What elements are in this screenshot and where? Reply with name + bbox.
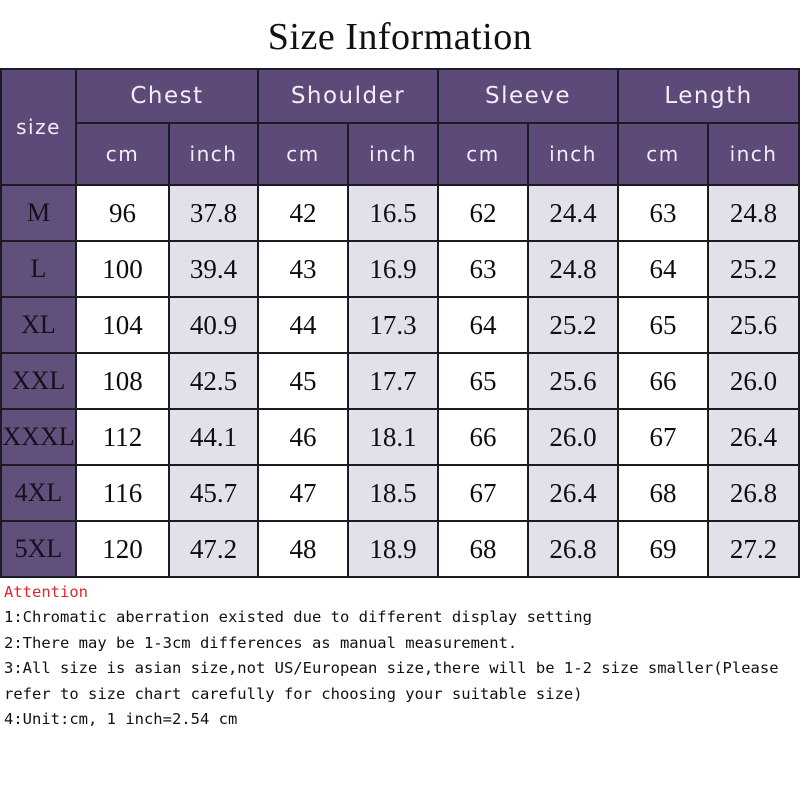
- table-header-group-row: size Chest Shoulder Sleeve Length: [0, 68, 800, 186]
- cell-shoulder-inch: 18.9: [347, 520, 440, 578]
- cell-shoulder-inch: 17.3: [347, 296, 440, 354]
- cell-length-cm: 65: [617, 296, 710, 354]
- page-title: Size Information: [267, 16, 533, 58]
- cell-sleeve-cm: 65: [437, 352, 530, 410]
- cell-length-cm: 66: [617, 352, 710, 410]
- size-label: XXXL: [0, 408, 77, 466]
- table-row: XXL 108 42.5 45 17.7 65 25.6 66 26.0: [0, 352, 800, 410]
- cell-sleeve-inch: 24.8: [527, 240, 620, 298]
- size-table-container: size Chest Shoulder Sleeve Length cm inc…: [0, 68, 800, 578]
- size-label: 5XL: [0, 520, 77, 578]
- cell-sleeve-cm: 62: [437, 184, 530, 242]
- cell-length-inch: 26.8: [707, 464, 800, 522]
- column-group-chest: Chest: [74, 68, 260, 124]
- cell-length-cm: 69: [617, 520, 710, 578]
- size-table: size Chest Shoulder Sleeve Length cm inc…: [0, 68, 800, 578]
- cell-chest-inch: 37.8: [167, 184, 260, 242]
- cell-shoulder-cm: 47: [257, 464, 350, 522]
- unit-header-shoulder-cm: cm: [257, 122, 350, 186]
- column-group-length: Length: [617, 68, 800, 124]
- table-body: M 96 37.8 42 16.5 62 24.4 63 24.8 L 100 …: [0, 184, 800, 578]
- note-line-3: 3:All size is asian size,not US/European…: [4, 659, 788, 703]
- cell-length-inch: 26.4: [707, 408, 800, 466]
- unit-header-length-cm: cm: [617, 122, 710, 186]
- unit-header-length-inch: inch: [707, 122, 800, 186]
- size-label: XL: [0, 296, 77, 354]
- cell-length-cm: 68: [617, 464, 710, 522]
- cell-shoulder-inch: 18.1: [347, 408, 440, 466]
- unit-header-shoulder-inch: inch: [347, 122, 440, 186]
- cell-shoulder-cm: 43: [257, 240, 350, 298]
- cell-sleeve-inch: 26.4: [527, 464, 620, 522]
- column-group-sleeve: Sleeve: [437, 68, 620, 124]
- cell-chest-inch: 40.9: [167, 296, 260, 354]
- size-label: M: [0, 184, 77, 242]
- cell-chest-cm: 96: [75, 184, 170, 242]
- cell-shoulder-cm: 48: [257, 520, 350, 578]
- cell-shoulder-inch: 18.5: [347, 464, 440, 522]
- table-header-unit-row: cm inch cm inch cm inch cm inch: [1, 122, 800, 186]
- unit-header-chest-inch: inch: [167, 122, 260, 186]
- size-label: 4XL: [0, 464, 77, 522]
- cell-sleeve-inch: 26.0: [527, 408, 620, 466]
- cell-chest-cm: 104: [75, 296, 170, 354]
- cell-chest-inch: 44.1: [167, 408, 260, 466]
- column-header-size: size: [0, 68, 77, 186]
- cell-chest-cm: 120: [75, 520, 170, 578]
- cell-shoulder-inch: 16.9: [347, 240, 440, 298]
- size-label: XXL: [0, 352, 77, 410]
- cell-shoulder-cm: 46: [257, 408, 350, 466]
- unit-header-sleeve-cm: cm: [437, 122, 530, 186]
- table-row: 5XL 120 47.2 48 18.9 68 26.8 69 27.2: [0, 520, 800, 578]
- cell-sleeve-inch: 25.2: [527, 296, 620, 354]
- cell-length-inch: 25.2: [707, 240, 800, 298]
- cell-length-inch: 26.0: [707, 352, 800, 410]
- unit-header-sleeve-inch: inch: [527, 122, 620, 186]
- cell-shoulder-inch: 16.5: [347, 184, 440, 242]
- cell-shoulder-cm: 45: [257, 352, 350, 410]
- cell-chest-cm: 108: [75, 352, 170, 410]
- cell-chest-inch: 45.7: [167, 464, 260, 522]
- size-chart-page: Size Information size Chest Shoulder Sle…: [0, 0, 800, 800]
- table-row: L 100 39.4 43 16.9 63 24.8 64 25.2: [0, 240, 800, 298]
- cell-sleeve-inch: 24.4: [527, 184, 620, 242]
- cell-sleeve-inch: 25.6: [527, 352, 620, 410]
- cell-length-cm: 64: [617, 240, 710, 298]
- table-row: XL 104 40.9 44 17.3 64 25.2 65 25.6: [0, 296, 800, 354]
- cell-length-inch: 25.6: [707, 296, 800, 354]
- cell-sleeve-cm: 68: [437, 520, 530, 578]
- table-row: 4XL 116 45.7 47 18.5 67 26.4 68 26.8: [0, 464, 800, 522]
- table-header: size Chest Shoulder Sleeve Length cm inc…: [0, 68, 800, 186]
- cell-chest-cm: 112: [75, 408, 170, 466]
- cell-length-inch: 24.8: [707, 184, 800, 242]
- cell-shoulder-cm: 42: [257, 184, 350, 242]
- column-group-shoulder: Shoulder: [257, 68, 440, 124]
- cell-shoulder-cm: 44: [257, 296, 350, 354]
- note-line-2: 2:There may be 1-3cm differences as manu…: [4, 633, 518, 652]
- cell-sleeve-inch: 26.8: [527, 520, 620, 578]
- cell-sleeve-cm: 66: [437, 408, 530, 466]
- cell-sleeve-cm: 63: [437, 240, 530, 298]
- cell-chest-cm: 116: [75, 464, 170, 522]
- attention-heading: Attention: [4, 583, 88, 601]
- notes-section: Attention 1:Chromatic aberration existed…: [4, 580, 796, 733]
- cell-chest-inch: 39.4: [167, 240, 260, 298]
- cell-shoulder-inch: 17.7: [347, 352, 440, 410]
- cell-length-cm: 67: [617, 408, 710, 466]
- note-line-4: 4:Unit:cm, 1 inch=2.54 cm: [4, 710, 238, 728]
- size-label: L: [0, 240, 77, 298]
- cell-length-inch: 27.2: [707, 520, 800, 578]
- cell-sleeve-cm: 67: [437, 464, 530, 522]
- cell-length-cm: 63: [617, 184, 710, 242]
- unit-header-chest-cm: cm: [75, 122, 170, 186]
- cell-sleeve-cm: 64: [437, 296, 530, 354]
- cell-chest-cm: 100: [75, 240, 170, 298]
- cell-chest-inch: 42.5: [167, 352, 260, 410]
- table-row: M 96 37.8 42 16.5 62 24.4 63 24.8: [0, 184, 800, 242]
- cell-chest-inch: 47.2: [167, 520, 260, 578]
- table-row: XXXL 112 44.1 46 18.1 66 26.0 67 26.4: [0, 408, 800, 466]
- note-line-1: 1:Chromatic aberration existed due to di…: [4, 608, 592, 626]
